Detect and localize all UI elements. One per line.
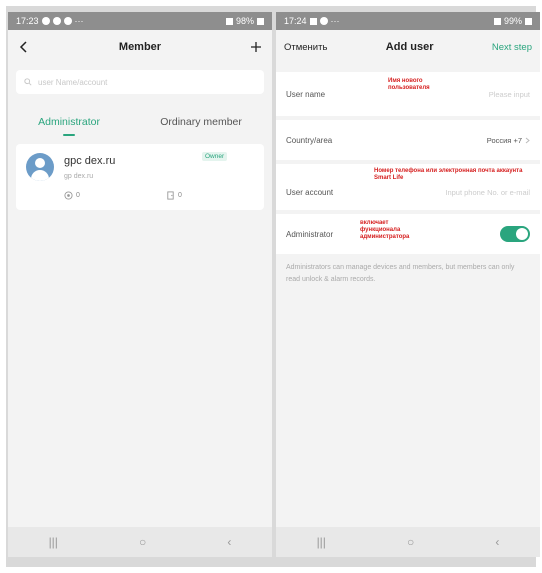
member-name: gpc dex.ru <box>64 155 116 167</box>
cancel-button[interactable]: Отменить <box>284 42 327 53</box>
tab-label: Ordinary member <box>160 116 242 128</box>
administrator-hint: Administrators can manage devices and me… <box>286 264 515 283</box>
more-notifications-icon: ··· <box>330 16 340 26</box>
notification-icon <box>41 17 50 25</box>
page-title: Member <box>118 41 162 53</box>
home-icon[interactable]: ○ <box>407 535 414 549</box>
tab-label: Administrator <box>38 116 100 128</box>
user-account-annotation: Номер телефона или электронная почта акк… <box>374 168 523 181</box>
signal-icon <box>493 17 501 25</box>
recent-apps-icon[interactable]: ||| <box>49 535 58 549</box>
devices-stat: 0 <box>64 191 80 200</box>
back-arrow-icon[interactable] <box>16 39 32 55</box>
user-account-label: User account <box>286 187 334 197</box>
home-icon[interactable]: ○ <box>139 535 146 549</box>
plus-icon[interactable] <box>248 39 264 55</box>
avatar <box>26 153 54 181</box>
app-bar: Отменить Add user Next step <box>276 30 540 64</box>
status-time: 17:24 <box>284 16 307 26</box>
app-bar: Member <box>8 30 272 64</box>
device-icon <box>64 191 73 200</box>
country-value: Россия +7 <box>486 135 522 145</box>
administrator-annotation: включает функционала администратора <box>360 220 410 240</box>
add-user-screen: 17:24 ··· 99% Отменить Add user Next ste… <box>276 12 540 557</box>
user-account-input[interactable] <box>410 187 530 197</box>
signal-icon <box>225 17 233 25</box>
battery-icon <box>525 17 532 25</box>
recent-apps-icon[interactable]: ||| <box>317 535 326 549</box>
system-nav-bar: ||| ○ ‹ <box>276 527 540 557</box>
door-icon <box>167 191 174 200</box>
battery-percent: 99% <box>503 16 522 26</box>
next-step-button[interactable]: Next step <box>492 42 532 53</box>
owner-badge: Owner <box>202 152 228 161</box>
status-bar: 17:23 ··· 98% <box>8 12 272 30</box>
country-row[interactable]: Country/area Россия +7 <box>276 120 540 160</box>
notification-icon <box>319 17 328 25</box>
notification-icon <box>309 17 317 25</box>
administrator-label: Administrator <box>286 229 334 239</box>
system-nav-bar: ||| ○ ‹ <box>8 527 272 557</box>
user-name-input[interactable] <box>450 89 530 99</box>
user-account-row: User account Номер телефона или электрон… <box>276 164 540 210</box>
search-bar[interactable] <box>16 70 264 94</box>
notification-icon <box>52 17 61 25</box>
back-icon[interactable]: ‹ <box>227 535 231 549</box>
status-time: 17:23 <box>16 16 39 26</box>
administrator-row: Administrator включает функционала админ… <box>276 214 540 254</box>
page-title: Add user <box>385 41 434 53</box>
member-screen: 17:23 ··· 98% Member Administrator <box>8 12 272 557</box>
back-icon[interactable]: ‹ <box>495 535 499 549</box>
battery-percent: 98% <box>235 16 254 26</box>
member-card[interactable]: gpc dex.ru gp dex.ru Owner 0 0 <box>16 144 264 210</box>
chevron-right-icon <box>525 137 530 143</box>
member-tabs: Administrator Ordinary member <box>8 100 272 136</box>
member-account: gp dex.ru <box>64 173 94 180</box>
user-name-annotation: Имя нового пользователя <box>388 78 430 91</box>
tab-ordinary-member[interactable]: Ordinary member <box>160 116 242 136</box>
user-name-label: User name <box>286 89 326 99</box>
search-input[interactable] <box>38 77 238 87</box>
status-bar: 17:24 ··· 99% <box>276 12 540 30</box>
user-name-row: User name Имя нового пользователя <box>276 72 540 116</box>
battery-icon <box>257 17 264 25</box>
country-label: Country/area <box>286 135 333 145</box>
administrator-toggle[interactable] <box>500 226 530 242</box>
active-tab-indicator <box>63 134 76 136</box>
tab-administrator[interactable]: Administrator <box>38 116 100 136</box>
more-notifications-icon: ··· <box>74 16 84 26</box>
notification-icon <box>63 17 72 25</box>
doors-stat: 0 <box>166 191 182 200</box>
search-icon <box>24 78 32 86</box>
